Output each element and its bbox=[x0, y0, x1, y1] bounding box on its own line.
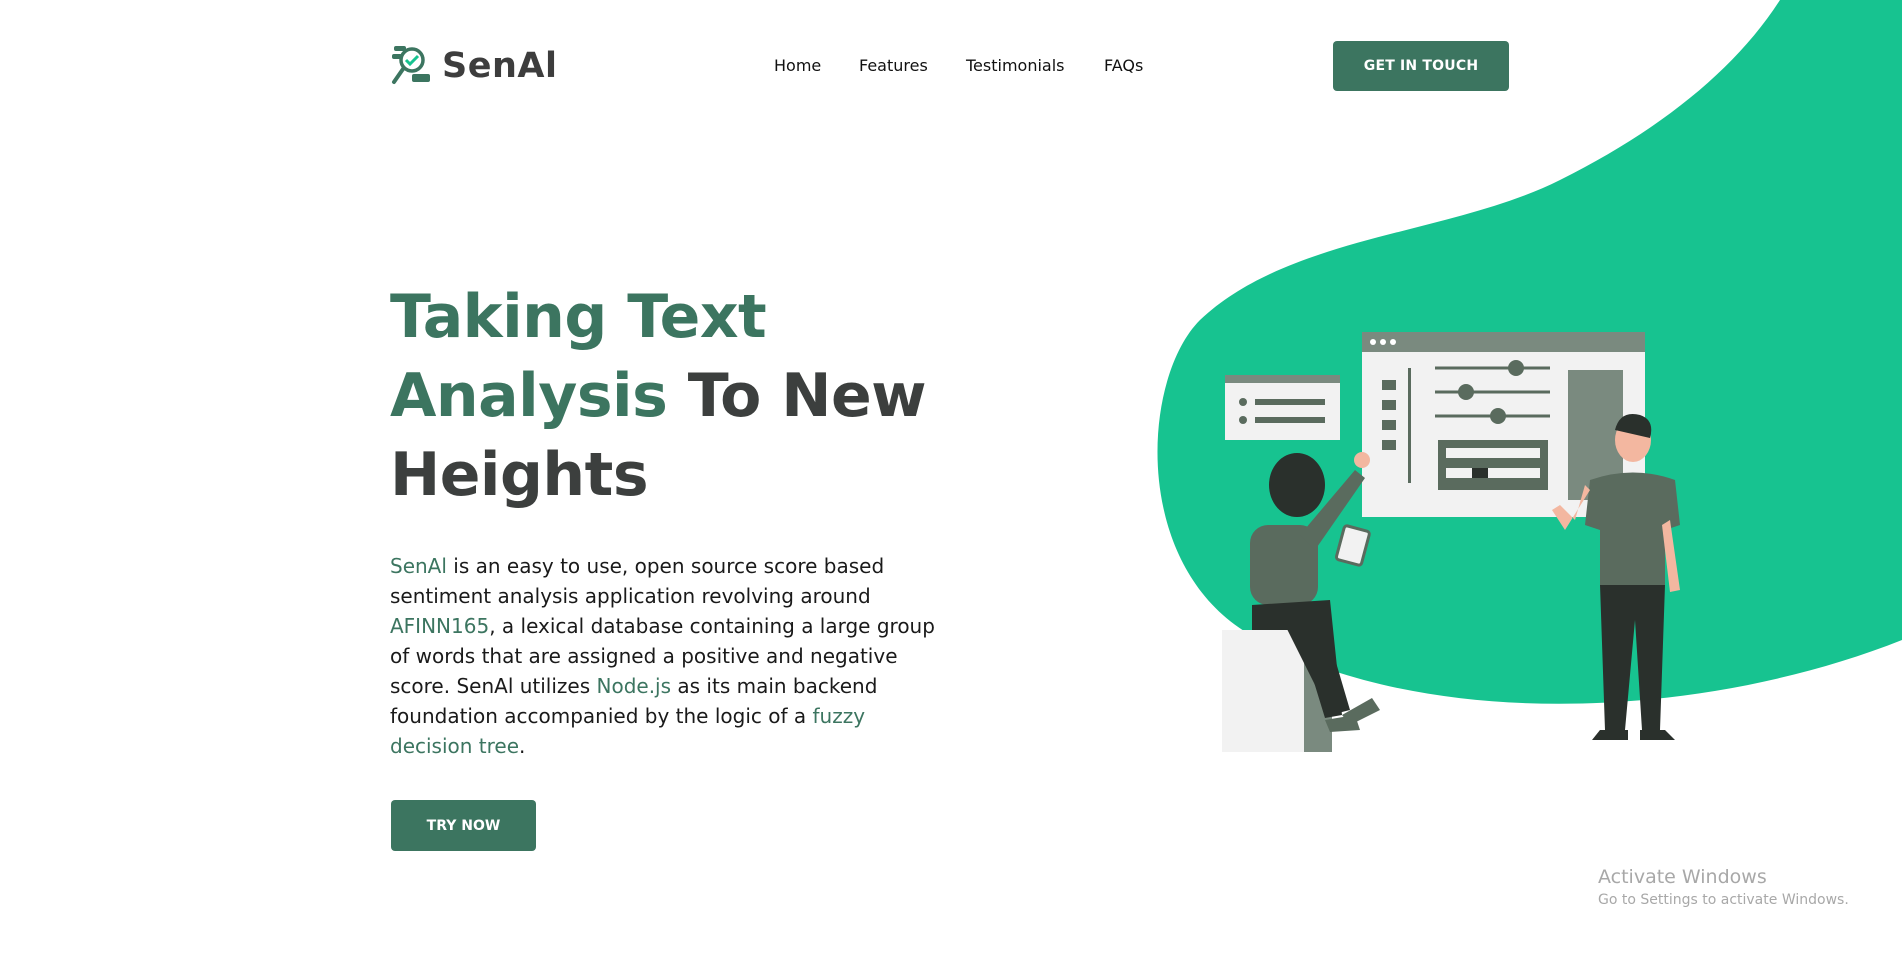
nodejs-link[interactable]: Node.js bbox=[597, 674, 672, 698]
get-in-touch-button[interactable]: GET IN TOUCH bbox=[1333, 41, 1509, 91]
side-card-illustration bbox=[1225, 375, 1340, 440]
hero-title-accent-1: Taking Text bbox=[390, 282, 767, 352]
hero-title-rest-1: To New bbox=[667, 361, 927, 431]
main-nav: Home Features Testimonials FAQs bbox=[0, 56, 1902, 76]
watermark-title: Activate Windows bbox=[1598, 866, 1767, 888]
activate-windows-watermark: Activate Windows Go to Settings to activ… bbox=[1598, 866, 1849, 908]
nav-features[interactable]: Features bbox=[859, 56, 928, 75]
hero-title-rest-2: Heights bbox=[390, 440, 649, 510]
hero-title: Taking Text Analysis To New Heights bbox=[390, 278, 990, 515]
hero-title-accent-2: Analysis bbox=[390, 361, 668, 431]
desc-text-4: . bbox=[519, 734, 526, 758]
hero-illustration bbox=[1222, 332, 1680, 752]
hero-description: SenAl is an easy to use, open source sco… bbox=[390, 551, 950, 761]
nav-faqs[interactable]: FAQs bbox=[1104, 56, 1143, 75]
afinn-link[interactable]: AFINN165 bbox=[390, 614, 489, 638]
stool-illustration bbox=[1222, 630, 1304, 752]
senai-link[interactable]: SenAl bbox=[390, 554, 447, 578]
try-now-button[interactable]: TRY NOW bbox=[391, 800, 536, 851]
nav-testimonials[interactable]: Testimonials bbox=[966, 56, 1065, 75]
desc-text-1: is an easy to use, open source score bas… bbox=[390, 554, 885, 608]
nav-home[interactable]: Home bbox=[774, 56, 821, 75]
watermark-subtitle: Go to Settings to activate Windows. bbox=[1598, 892, 1849, 908]
